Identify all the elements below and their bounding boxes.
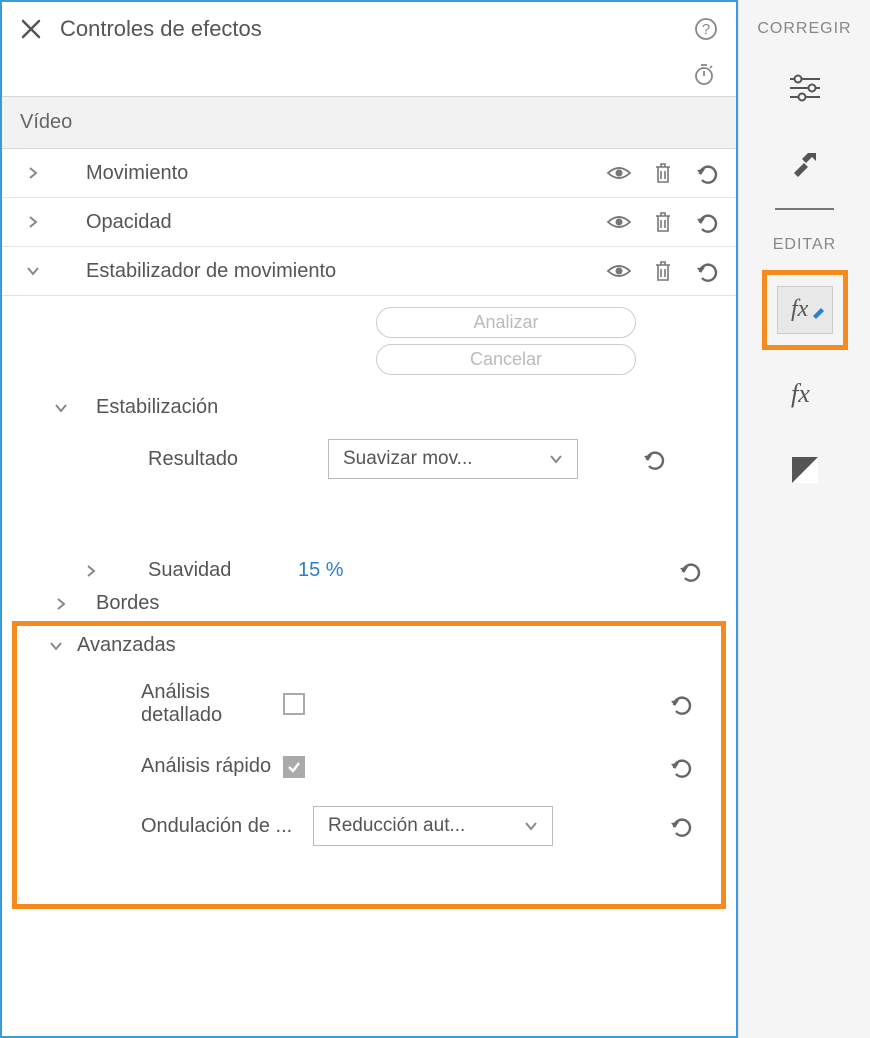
eye-icon[interactable] — [606, 212, 632, 232]
eye-icon[interactable] — [606, 261, 632, 281]
reset-icon[interactable] — [651, 693, 711, 715]
ripple-label: Ondulación de ... — [33, 815, 313, 838]
ripple-select[interactable]: Reducción aut... — [313, 806, 553, 846]
tools-icon[interactable] — [745, 126, 864, 202]
borders-row[interactable]: Bordes — [2, 592, 736, 615]
result-row: Resultado Suavizar mov... — [2, 429, 736, 489]
svg-text:?: ? — [702, 21, 710, 38]
result-label: Resultado — [148, 448, 328, 471]
svg-text:fx: fx — [791, 379, 810, 408]
ripple-value: Reducción aut... — [328, 815, 465, 837]
stabilization-label: Estabilización — [68, 396, 720, 419]
sidebar-edit-label: EDITAR — [745, 216, 864, 266]
smoothness-label: Suavidad — [98, 559, 298, 582]
chevron-right-icon[interactable] — [18, 564, 98, 578]
detailed-analysis-row: Análisis detallado — [17, 667, 721, 741]
stopwatch-icon[interactable] — [692, 62, 716, 86]
chevron-down-icon — [524, 819, 538, 833]
effect-opacity-row[interactable]: Opacidad — [2, 198, 736, 247]
ripple-row: Ondulación de ... Reducción aut... — [17, 792, 721, 860]
analyze-controls: Analizar Cancelar — [2, 296, 736, 386]
reset-icon[interactable] — [651, 815, 711, 837]
section-video: Vídeo — [2, 96, 736, 149]
effect-stabilizer-row[interactable]: Estabilizador de movimiento — [2, 247, 736, 296]
advanced-highlight: Avanzadas Análisis detallado Análisis rá… — [12, 621, 726, 909]
chevron-right-icon — [18, 215, 48, 229]
effect-movement-label: Movimiento — [48, 162, 606, 185]
reset-icon[interactable] — [694, 260, 720, 282]
reset-icon[interactable] — [624, 448, 684, 470]
help-icon[interactable]: ? — [694, 17, 718, 41]
effect-movement-row[interactable]: Movimiento — [2, 149, 736, 198]
panel-title: Controles de efectos — [60, 16, 676, 42]
panel-header: Controles de efectos ? — [2, 2, 736, 56]
advanced-heading-row[interactable]: Avanzadas — [17, 626, 721, 667]
sidebar: CORREGIR EDITAR fx — [738, 0, 870, 1038]
chevron-right-icon — [18, 166, 48, 180]
detailed-checkbox[interactable] — [283, 693, 305, 715]
close-icon[interactable] — [20, 18, 42, 40]
reset-icon[interactable] — [660, 560, 720, 582]
smoothness-value[interactable]: 15 % — [298, 559, 660, 582]
fx-icon[interactable]: fx — [745, 356, 864, 432]
result-select[interactable]: Suavizar mov... — [328, 439, 578, 479]
analyze-button[interactable]: Analizar — [376, 307, 636, 338]
reset-icon[interactable] — [651, 756, 711, 778]
chevron-down-icon — [23, 639, 63, 653]
chevron-down-icon — [18, 401, 68, 415]
fast-label: Análisis rápido — [33, 755, 283, 778]
sliders-icon[interactable] — [745, 50, 864, 126]
advanced-label: Avanzadas — [63, 634, 705, 657]
trash-icon[interactable] — [652, 161, 674, 185]
eye-icon[interactable] — [606, 163, 632, 183]
cancel-button[interactable]: Cancelar — [376, 344, 636, 375]
chevron-down-icon — [549, 452, 563, 466]
borders-label: Bordes — [68, 592, 720, 615]
smoothness-row: Suavidad 15 % — [2, 549, 736, 592]
reset-icon[interactable] — [694, 162, 720, 184]
stabilization-heading-row[interactable]: Estabilización — [2, 386, 736, 429]
effect-opacity-label: Opacidad — [48, 211, 606, 234]
fast-checkbox[interactable] — [283, 756, 305, 778]
fx-edit-icon[interactable]: fx — [777, 286, 833, 334]
chevron-down-icon — [18, 264, 48, 278]
effect-stabilizer-label: Estabilizador de movimiento — [48, 260, 606, 283]
svg-text:fx: fx — [791, 296, 809, 322]
fx-edit-highlight: fx — [762, 270, 848, 350]
sidebar-correct-label: CORREGIR — [745, 0, 864, 50]
trash-icon[interactable] — [652, 259, 674, 283]
reset-icon[interactable] — [694, 211, 720, 233]
fast-analysis-row: Análisis rápido — [17, 741, 721, 792]
contrast-icon[interactable] — [745, 432, 864, 508]
effects-panel: Controles de efectos ? Vídeo Movimiento — [0, 0, 738, 1038]
chevron-right-icon — [18, 597, 68, 611]
result-value: Suavizar mov... — [343, 448, 473, 470]
detailed-label: Análisis detallado — [33, 681, 283, 727]
trash-icon[interactable] — [652, 210, 674, 234]
